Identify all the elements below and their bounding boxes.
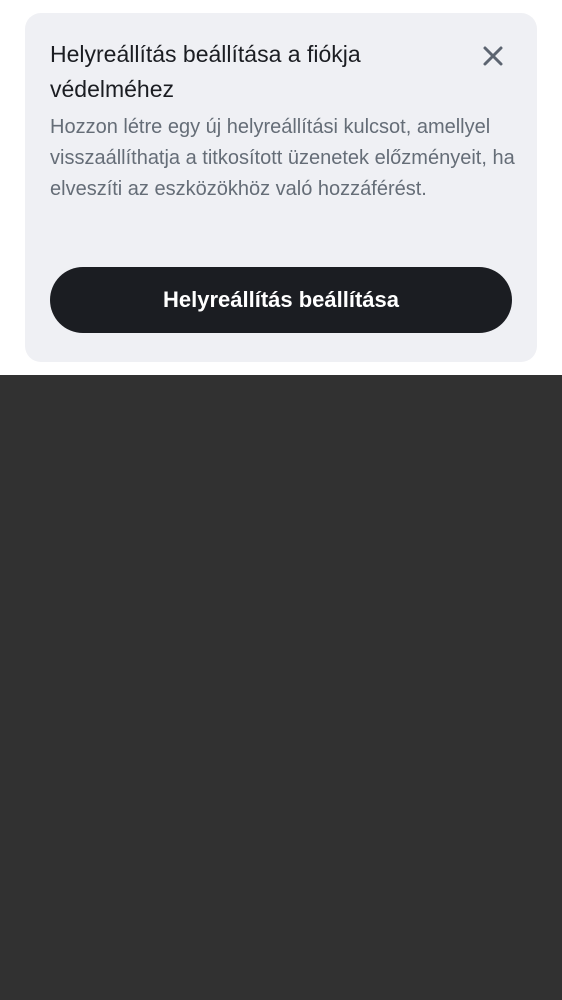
close-icon xyxy=(483,46,503,66)
banner-title: Helyreállítás beállítása a fiókja védelm… xyxy=(50,41,361,102)
set-up-recovery-button[interactable]: Helyreállítás beállítása xyxy=(50,267,512,333)
close-button[interactable] xyxy=(477,40,509,72)
dimmed-background xyxy=(0,375,562,1000)
recovery-setup-banner: Helyreállítás beállítása a fiókja védelm… xyxy=(25,13,537,362)
top-area: Helyreállítás beállítása a fiókja védelm… xyxy=(0,0,562,375)
banner-description: Hozzon létre egy új helyreállítási kulcs… xyxy=(50,116,515,200)
